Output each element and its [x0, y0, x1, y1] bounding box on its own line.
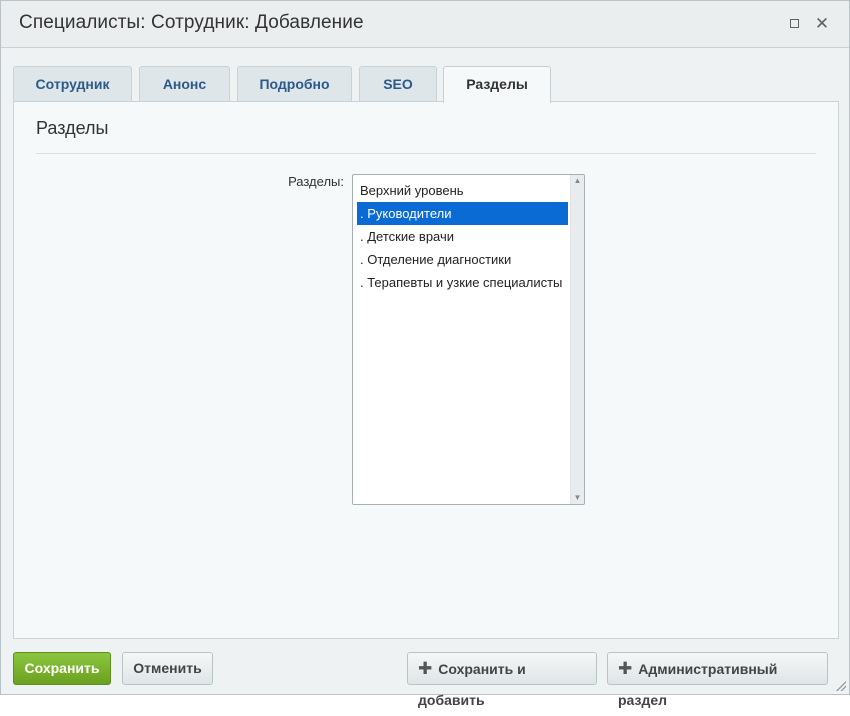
admin-section-button[interactable]: ✚ Административный раздел [607, 652, 828, 708]
listbox-scrollbar[interactable]: ▲ ▼ [570, 175, 584, 504]
sections-field-label: Разделы: [288, 174, 344, 189]
tab-sections[interactable]: Разделы [443, 66, 551, 103]
list-item-selected[interactable]: . Руководители [357, 202, 568, 225]
section-title: Разделы [36, 118, 109, 138]
section-divider [36, 153, 816, 154]
tab-panel: Разделы Разделы: Верхний уровень . Руков… [13, 101, 839, 639]
dialog-title: Специалисты: Сотрудник: Добавление [19, 12, 364, 33]
cancel-button[interactable]: Отменить [122, 652, 213, 685]
list-item[interactable]: . Терапевты и узкие специалисты [357, 271, 568, 294]
scroll-down-icon[interactable]: ▼ [571, 492, 584, 504]
admin-section-label: Административный раздел [618, 661, 778, 708]
sections-listbox[interactable]: Верхний уровень . Руководители . Детские… [352, 174, 585, 505]
save-and-add-button[interactable]: ✚ Сохранить и добавить [407, 652, 597, 708]
close-icon[interactable]: ✕ [812, 14, 832, 34]
list-item[interactable]: Верхний уровень [357, 179, 568, 202]
tab-announcement[interactable]: Анонс [139, 66, 230, 101]
resize-handle-icon[interactable] [836, 681, 846, 691]
plus-icon: ✚ [418, 659, 433, 678]
scroll-up-icon[interactable]: ▲ [571, 175, 584, 187]
maximize-icon[interactable] [784, 14, 804, 34]
title-bar[interactable]: Специалисты: Сотрудник: Добавление ✕ [1, 1, 849, 48]
tab-employee[interactable]: Сотрудник [13, 66, 132, 101]
plus-icon: ✚ [618, 659, 633, 678]
save-and-add-label: Сохранить и добавить [418, 661, 526, 708]
list-item[interactable]: . Отделение диагностики [357, 248, 568, 271]
tab-details[interactable]: Подробно [237, 66, 352, 101]
dialog-window: Специалисты: Сотрудник: Добавление ✕ Сот… [0, 0, 850, 708]
save-button[interactable]: Сохранить [13, 652, 111, 685]
tab-seo[interactable]: SEO [359, 66, 437, 101]
list-item[interactable]: . Детские врачи [357, 225, 568, 248]
sections-list: Верхний уровень . Руководители . Детские… [357, 179, 568, 294]
